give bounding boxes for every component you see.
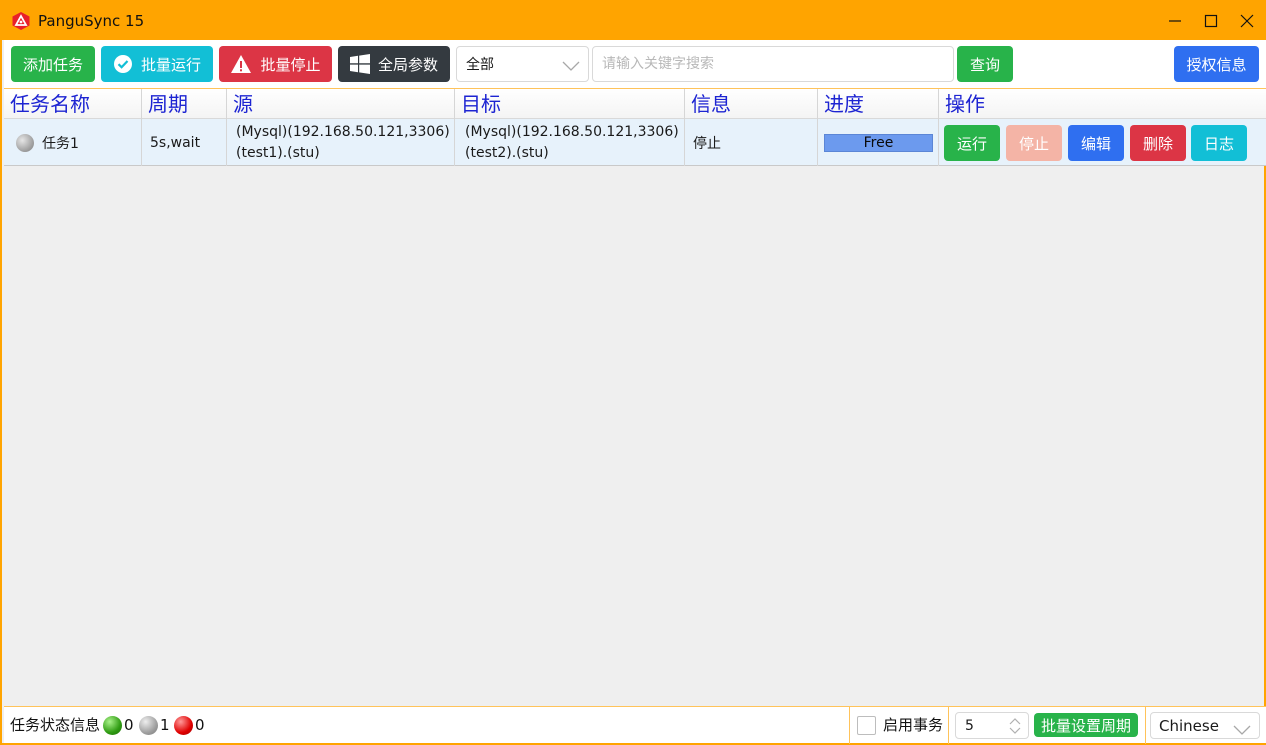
status-stopped-icon bbox=[16, 133, 34, 152]
stopped-status-icon bbox=[139, 716, 158, 735]
batch-run-button[interactable]: 批量运行 bbox=[101, 46, 213, 82]
log-label: 日志 bbox=[1203, 134, 1234, 153]
status-filter-select[interactable]: 全部 bbox=[456, 46, 589, 82]
column-header-cycle[interactable]: 周期 bbox=[142, 89, 227, 119]
cycle-value: 5 bbox=[965, 717, 974, 734]
check-circle-icon bbox=[113, 54, 133, 74]
log-button[interactable]: 日志 bbox=[1191, 125, 1247, 161]
chevron-down-icon bbox=[1233, 721, 1251, 739]
table-row[interactable]: 任务1 5s,wait (Mysql)(192.168.50.121,3306)… bbox=[4, 119, 1266, 166]
progress-cell: Free bbox=[818, 119, 939, 166]
spinner-arrows-icon[interactable] bbox=[1009, 717, 1021, 739]
add-task-button[interactable]: 添加任务 bbox=[11, 46, 95, 82]
edit-button[interactable]: 编辑 bbox=[1068, 125, 1124, 161]
column-header-target[interactable]: 目标 bbox=[455, 89, 685, 119]
maximize-icon[interactable] bbox=[1198, 8, 1224, 34]
run-button[interactable]: 运行 bbox=[944, 125, 1000, 161]
batch-set-cycle-button[interactable]: 批量设置周期 bbox=[1034, 713, 1138, 737]
delete-label: 删除 bbox=[1142, 134, 1173, 153]
status-separator bbox=[1145, 707, 1146, 744]
batch-stop-button[interactable]: 批量停止 bbox=[219, 46, 332, 82]
language-select[interactable]: Chinese bbox=[1150, 712, 1260, 739]
stop-button[interactable]: 停止 bbox=[1006, 125, 1062, 161]
column-header-progress[interactable]: 进度 bbox=[818, 89, 939, 119]
global-params-label: 全局参数 bbox=[377, 55, 438, 74]
target-connection: (Mysql)(192.168.50.121,3306) bbox=[465, 123, 679, 140]
task-status-label: 任务状态信息 bbox=[10, 716, 101, 734]
task-name-cell: 任务1 bbox=[4, 119, 142, 166]
search-input[interactable] bbox=[592, 46, 954, 82]
chevron-down-icon bbox=[562, 59, 580, 75]
task-table: 任务名称 周期 源 目标 信息 进度 操作 任务1 5s,wait (Mysql… bbox=[4, 88, 1266, 706]
source-cell: (Mysql)(192.168.50.121,3306) (test1).(st… bbox=[227, 119, 455, 166]
cycle-spinner[interactable]: 5 bbox=[955, 712, 1029, 739]
stopped-count: 1 bbox=[160, 716, 170, 734]
running-status-icon bbox=[103, 716, 122, 735]
close-icon[interactable] bbox=[1234, 8, 1260, 34]
window-title: PanguSync 15 bbox=[38, 12, 145, 30]
error-count: 0 bbox=[195, 716, 205, 734]
progress-label: Free bbox=[863, 134, 894, 151]
warning-icon bbox=[230, 54, 252, 74]
language-value: Chinese bbox=[1159, 716, 1219, 735]
add-task-label: 添加任务 bbox=[22, 55, 83, 74]
transaction-checkbox[interactable] bbox=[857, 716, 876, 735]
minimize-icon[interactable] bbox=[1162, 8, 1188, 34]
run-label: 运行 bbox=[956, 134, 987, 153]
table-header: 任务名称 周期 源 目标 信息 进度 操作 bbox=[4, 89, 1266, 119]
app-logo-icon bbox=[11, 11, 31, 31]
batch-set-cycle-label: 批量设置周期 bbox=[1040, 716, 1131, 735]
license-info-label: 授权信息 bbox=[1186, 55, 1247, 74]
column-header-source[interactable]: 源 bbox=[227, 89, 455, 119]
task-cycle: 5s,wait bbox=[150, 134, 201, 151]
stop-label: 停止 bbox=[1018, 134, 1049, 153]
progress-bar: Free bbox=[824, 133, 933, 152]
target-cell: (Mysql)(192.168.50.121,3306) (test2).(st… bbox=[455, 119, 685, 166]
info-cell: 停止 bbox=[685, 119, 818, 166]
status-separator bbox=[948, 707, 949, 744]
query-label: 查询 bbox=[969, 55, 1000, 74]
task-name: 任务1 bbox=[42, 135, 79, 152]
global-params-button[interactable]: 全局参数 bbox=[338, 46, 450, 82]
status-bar: 任务状态信息 0 1 0 启用事务 5 批量设置周期 Chinese bbox=[4, 706, 1266, 744]
cycle-cell: 5s,wait bbox=[142, 119, 227, 166]
error-status-icon bbox=[174, 716, 193, 735]
task-info: 停止 bbox=[693, 135, 721, 152]
title-bar[interactable]: PanguSync 15 bbox=[2, 0, 1266, 40]
windows-icon bbox=[349, 54, 370, 74]
query-button[interactable]: 查询 bbox=[957, 46, 1013, 82]
transaction-label: 启用事务 bbox=[883, 716, 944, 734]
column-header-info[interactable]: 信息 bbox=[685, 89, 818, 119]
batch-stop-label: 批量停止 bbox=[260, 55, 321, 74]
column-header-task-name[interactable]: 任务名称 bbox=[4, 89, 142, 119]
batch-run-label: 批量运行 bbox=[140, 55, 201, 74]
running-count: 0 bbox=[124, 716, 134, 734]
source-table: (test1).(stu) bbox=[236, 144, 320, 161]
source-connection: (Mysql)(192.168.50.121,3306) bbox=[236, 123, 450, 140]
license-info-button[interactable]: 授权信息 bbox=[1174, 46, 1259, 82]
toolbar: 添加任务 批量运行 批量停止 全局参数 全部 请输入关键字搜索 查询 授权信息 bbox=[4, 40, 1266, 88]
column-header-actions[interactable]: 操作 bbox=[939, 89, 1266, 119]
actions-cell: 运行 停止 编辑 删除 日志 bbox=[939, 119, 1266, 166]
target-table: (test2).(stu) bbox=[465, 144, 549, 161]
app-window: PanguSync 15 添加任务 批量运行 批量停止 全局参数 全部 请输入关… bbox=[0, 0, 1266, 745]
status-separator bbox=[849, 707, 850, 744]
edit-label: 编辑 bbox=[1080, 134, 1111, 153]
status-filter-value: 全部 bbox=[466, 57, 494, 73]
delete-button[interactable]: 删除 bbox=[1130, 125, 1186, 161]
